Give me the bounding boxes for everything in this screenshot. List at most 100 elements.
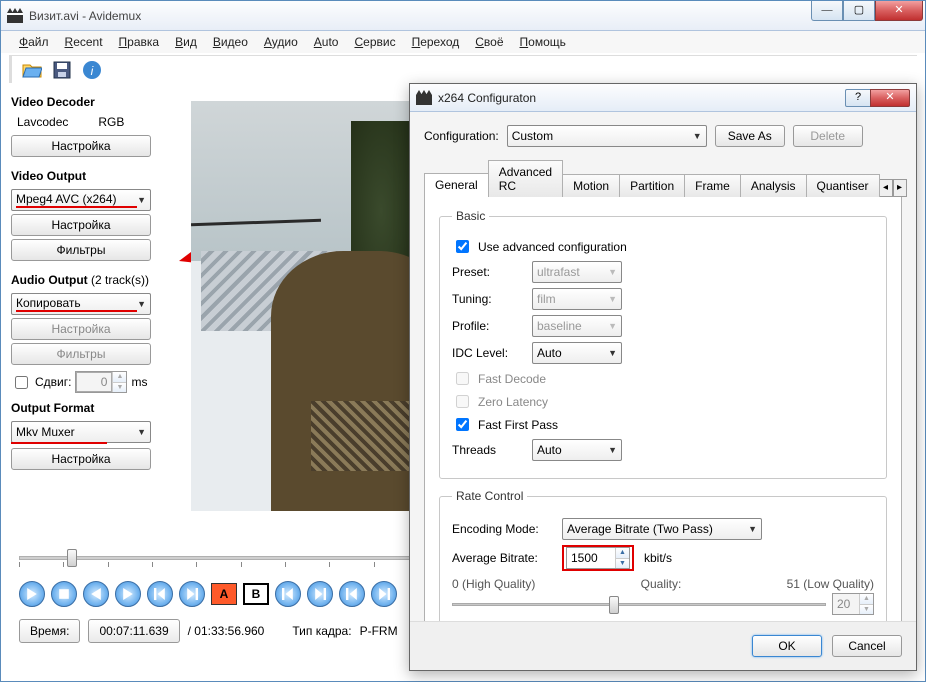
menu-file[interactable]: Файл (11, 33, 57, 51)
play-button[interactable] (19, 581, 45, 607)
idc-select[interactable]: Auto▼ (532, 342, 622, 364)
next-keyframe-button[interactable] (179, 581, 205, 607)
maximize-button[interactable]: ▢ (843, 1, 875, 21)
window-title: Визит.avi - Avidemux (29, 9, 919, 23)
menu-tools[interactable]: Сервис (346, 33, 403, 51)
bitrate-up[interactable]: ▲ (615, 548, 629, 558)
menu-view[interactable]: Вид (167, 33, 205, 51)
ok-button[interactable]: OK (752, 635, 822, 657)
time-value-box[interactable]: 00:07:11.639 (88, 619, 179, 643)
basic-legend: Basic (452, 209, 489, 223)
tab-scroll-right[interactable]: ▸ (893, 179, 907, 197)
idc-label: IDC Level: (452, 346, 522, 360)
audio-configure-button: Настройка (11, 318, 151, 340)
close-button[interactable]: ✕ (875, 1, 923, 21)
encoding-mode-select[interactable]: Average Bitrate (Two Pass)▼ (562, 518, 762, 540)
tab-analysis[interactable]: Analysis (740, 174, 807, 197)
bitrate-unit: kbit/s (644, 551, 672, 565)
delete-button: Delete (793, 125, 863, 147)
timeline-knob[interactable] (67, 549, 77, 567)
save-as-button[interactable]: Save As (715, 125, 785, 147)
muxer-configure-button[interactable]: Настройка (11, 448, 151, 470)
menu-go[interactable]: Переход (404, 33, 468, 51)
menu-help[interactable]: Помощь (512, 33, 574, 51)
bitrate-down[interactable]: ▼ (615, 558, 629, 568)
quality-value (833, 594, 859, 614)
tab-strip: General Advanced RC Motion Partition Fra… (424, 160, 902, 197)
prev-keyframe-button[interactable] (147, 581, 173, 607)
audio-mode-select[interactable]: Копировать▼ (11, 293, 151, 315)
mark-a-button[interactable]: A (211, 583, 237, 605)
decoder-codec: Lavcodec (17, 115, 68, 129)
info-icon[interactable]: i (82, 60, 102, 80)
tab-scroll-left[interactable]: ◂ (879, 179, 893, 197)
transport-controls: A B (19, 581, 397, 607)
idc-value: Auto (537, 346, 562, 360)
shift-label: Сдвиг: (35, 375, 71, 389)
bitrate-label: Average Bitrate: (452, 551, 552, 565)
stop-button[interactable] (51, 581, 77, 607)
muxer-value: Mkv Muxer (16, 425, 75, 439)
threads-select[interactable]: Auto▼ (532, 439, 622, 461)
time-label-box: Время: (19, 619, 80, 643)
save-icon[interactable] (52, 60, 72, 80)
dialog-titlebar: x264 Configuraton ? ✕ (410, 84, 916, 112)
main-titlebar: Визит.avi - Avidemux — ▢ ✕ (1, 1, 925, 31)
video-filters-button[interactable]: Фильтры (11, 239, 151, 261)
tab-frame[interactable]: Frame (684, 174, 741, 197)
quality-mid-label: Quality: (641, 577, 682, 591)
menu-edit[interactable]: Правка (111, 33, 168, 51)
tuning-label: Tuning: (452, 292, 522, 306)
last-frame-button[interactable] (371, 581, 397, 607)
video-decoder-heading: Video Decoder (11, 95, 181, 109)
next-frame-button[interactable] (115, 581, 141, 607)
tab-quantiser[interactable]: Quantiser (806, 174, 880, 197)
cancel-button[interactable]: Cancel (832, 635, 902, 657)
dialog-close-button[interactable]: ✕ (870, 89, 910, 107)
preset-label: Preset: (452, 265, 522, 279)
video-configure-button[interactable]: Настройка (11, 214, 151, 236)
first-frame-button[interactable] (339, 581, 365, 607)
tuning-value: film (537, 292, 556, 306)
bitrate-input[interactable] (567, 548, 615, 568)
mark-b-button[interactable]: B (243, 583, 269, 605)
threads-label: Threads (452, 443, 522, 457)
quality-right-label: 51 (Low Quality) (787, 577, 874, 591)
fast-decode-label: Fast Decode (478, 372, 546, 386)
video-preview (191, 101, 411, 511)
menu-video[interactable]: Видео (205, 33, 256, 51)
open-icon[interactable] (22, 60, 42, 80)
dialog-help-button[interactable]: ? (845, 89, 871, 107)
fast-first-pass-checkbox[interactable] (456, 418, 469, 431)
config-select[interactable]: Custom▼ (507, 125, 707, 147)
encoding-mode-value: Average Bitrate (Two Pass) (567, 522, 713, 536)
goto-b-button[interactable] (307, 581, 333, 607)
menu-bar: Файл Recent Правка Вид Видео Аудио Auto … (1, 31, 925, 53)
minimize-button[interactable]: — (811, 1, 843, 21)
tab-advanced-rc[interactable]: Advanced RC (488, 160, 563, 197)
quality-left-label: 0 (High Quality) (452, 577, 535, 591)
shift-spinner: ▲▼ (75, 371, 127, 393)
fast-first-pass-label: Fast First Pass (478, 418, 558, 432)
use-advanced-checkbox[interactable] (456, 240, 469, 253)
tab-partition[interactable]: Partition (619, 174, 685, 197)
menu-custom[interactable]: Своё (467, 33, 511, 51)
tab-general[interactable]: General (424, 173, 489, 197)
audio-filters-button: Фильтры (11, 343, 151, 365)
bitrate-spinner[interactable]: ▲▼ (566, 547, 630, 569)
shift-checkbox[interactable] (15, 376, 28, 389)
dialog-title: x264 Configuraton (438, 91, 846, 105)
tab-motion[interactable]: Motion (562, 174, 620, 197)
menu-audio[interactable]: Аудио (256, 33, 306, 51)
muxer-select[interactable]: Mkv Muxer▼ (11, 421, 151, 443)
preset-select: ultrafast▼ (532, 261, 622, 283)
app-icon (7, 8, 23, 24)
shift-value (76, 372, 112, 392)
menu-recent[interactable]: Recent (57, 33, 111, 51)
menu-auto[interactable]: Auto (306, 33, 347, 51)
decoder-configure-button[interactable]: Настройка (11, 135, 151, 157)
video-codec-select[interactable]: Mpeg4 AVC (x264)▼ (11, 189, 151, 211)
goto-a-button[interactable] (275, 581, 301, 607)
prev-frame-button[interactable] (83, 581, 109, 607)
muxer-underline (11, 442, 107, 444)
